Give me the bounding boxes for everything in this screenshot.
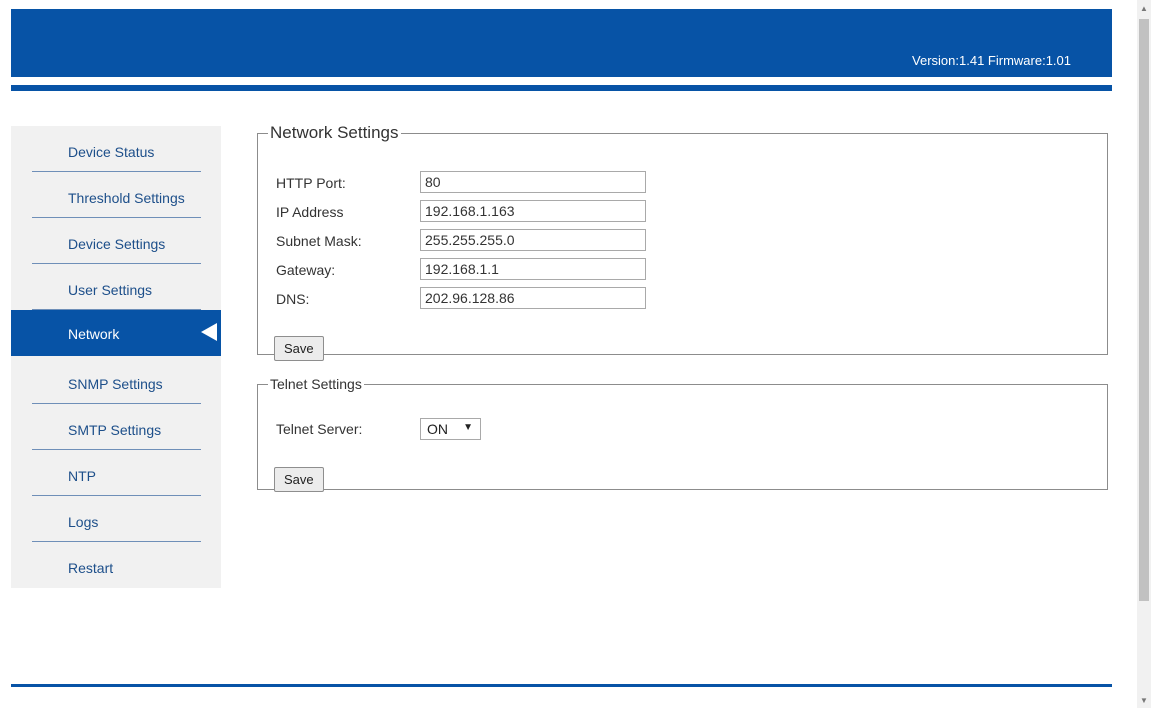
network-settings-legend: Network Settings [270, 123, 399, 142]
sidebar-item-user-settings[interactable]: User Settings [11, 264, 221, 310]
sidebar: Device Status Threshold Settings Device … [11, 126, 221, 588]
sidebar-item-restart[interactable]: Restart [11, 542, 221, 588]
version-info: Version:1.41 Firmware:1.01 [912, 53, 1071, 68]
sidebar-item-label: Restart [68, 560, 114, 576]
telnet-server-label: Telnet Server: [276, 421, 363, 437]
sidebar-item-threshold-settings[interactable]: Threshold Settings [11, 172, 221, 218]
sidebar-item-label: SMTP Settings [68, 422, 162, 438]
header-bar: Version:1.41 Firmware:1.01 [11, 9, 1112, 77]
footer-divider [11, 684, 1112, 687]
telnet-server-select[interactable]: ON ▼ [420, 418, 481, 440]
sidebar-item-ntp[interactable]: NTP [11, 450, 221, 496]
ip-address-input[interactable] [420, 200, 646, 222]
sidebar-item-device-status[interactable]: Device Status [11, 126, 221, 172]
http-port-label: HTTP Port: [276, 175, 346, 191]
sidebar-item-label: Threshold Settings [68, 190, 185, 206]
dns-label: DNS: [276, 291, 310, 307]
telnet-save-button[interactable]: Save [274, 467, 324, 492]
scroll-thumb[interactable] [1139, 19, 1149, 601]
gateway-input[interactable] [420, 258, 646, 280]
sidebar-item-label: Network [68, 326, 120, 342]
subnet-mask-label: Subnet Mask: [276, 233, 362, 249]
chevron-down-icon: ▼ [463, 422, 473, 433]
page-scrollbar[interactable]: ▲ ▼ [1137, 0, 1151, 708]
sidebar-item-snmp-settings[interactable]: SNMP Settings [11, 358, 221, 404]
telnet-server-value: ON [427, 421, 448, 437]
telnet-settings-legend: Telnet Settings [270, 376, 362, 392]
network-save-button[interactable]: Save [274, 336, 324, 361]
http-port-input[interactable] [420, 171, 646, 193]
sidebar-item-network[interactable]: Network [11, 310, 221, 356]
sidebar-item-label: Device Status [68, 144, 155, 160]
sidebar-item-smtp-settings[interactable]: SMTP Settings [11, 404, 221, 450]
ip-address-label: IP Address [276, 204, 344, 220]
network-settings-panel: Network Settings HTTP Port: IP Address S… [257, 123, 1108, 361]
sidebar-item-label: Device Settings [68, 236, 166, 252]
telnet-settings-panel: Telnet Settings Telnet Server: ON ▼ Save [257, 376, 1108, 492]
sidebar-item-label: Logs [68, 514, 99, 530]
header-divider [11, 85, 1112, 91]
scroll-up-icon[interactable]: ▲ [1137, 2, 1151, 16]
dns-input[interactable] [420, 287, 646, 309]
sidebar-item-logs[interactable]: Logs [11, 496, 221, 542]
caret-left-icon [201, 323, 217, 341]
subnet-mask-input[interactable] [420, 229, 646, 251]
gateway-label: Gateway: [276, 262, 336, 278]
scroll-down-icon[interactable]: ▼ [1137, 694, 1151, 708]
sidebar-item-label: NTP [68, 468, 96, 484]
sidebar-item-device-settings[interactable]: Device Settings [11, 218, 221, 264]
sidebar-item-label: SNMP Settings [68, 376, 163, 392]
sidebar-item-label: User Settings [68, 282, 153, 298]
